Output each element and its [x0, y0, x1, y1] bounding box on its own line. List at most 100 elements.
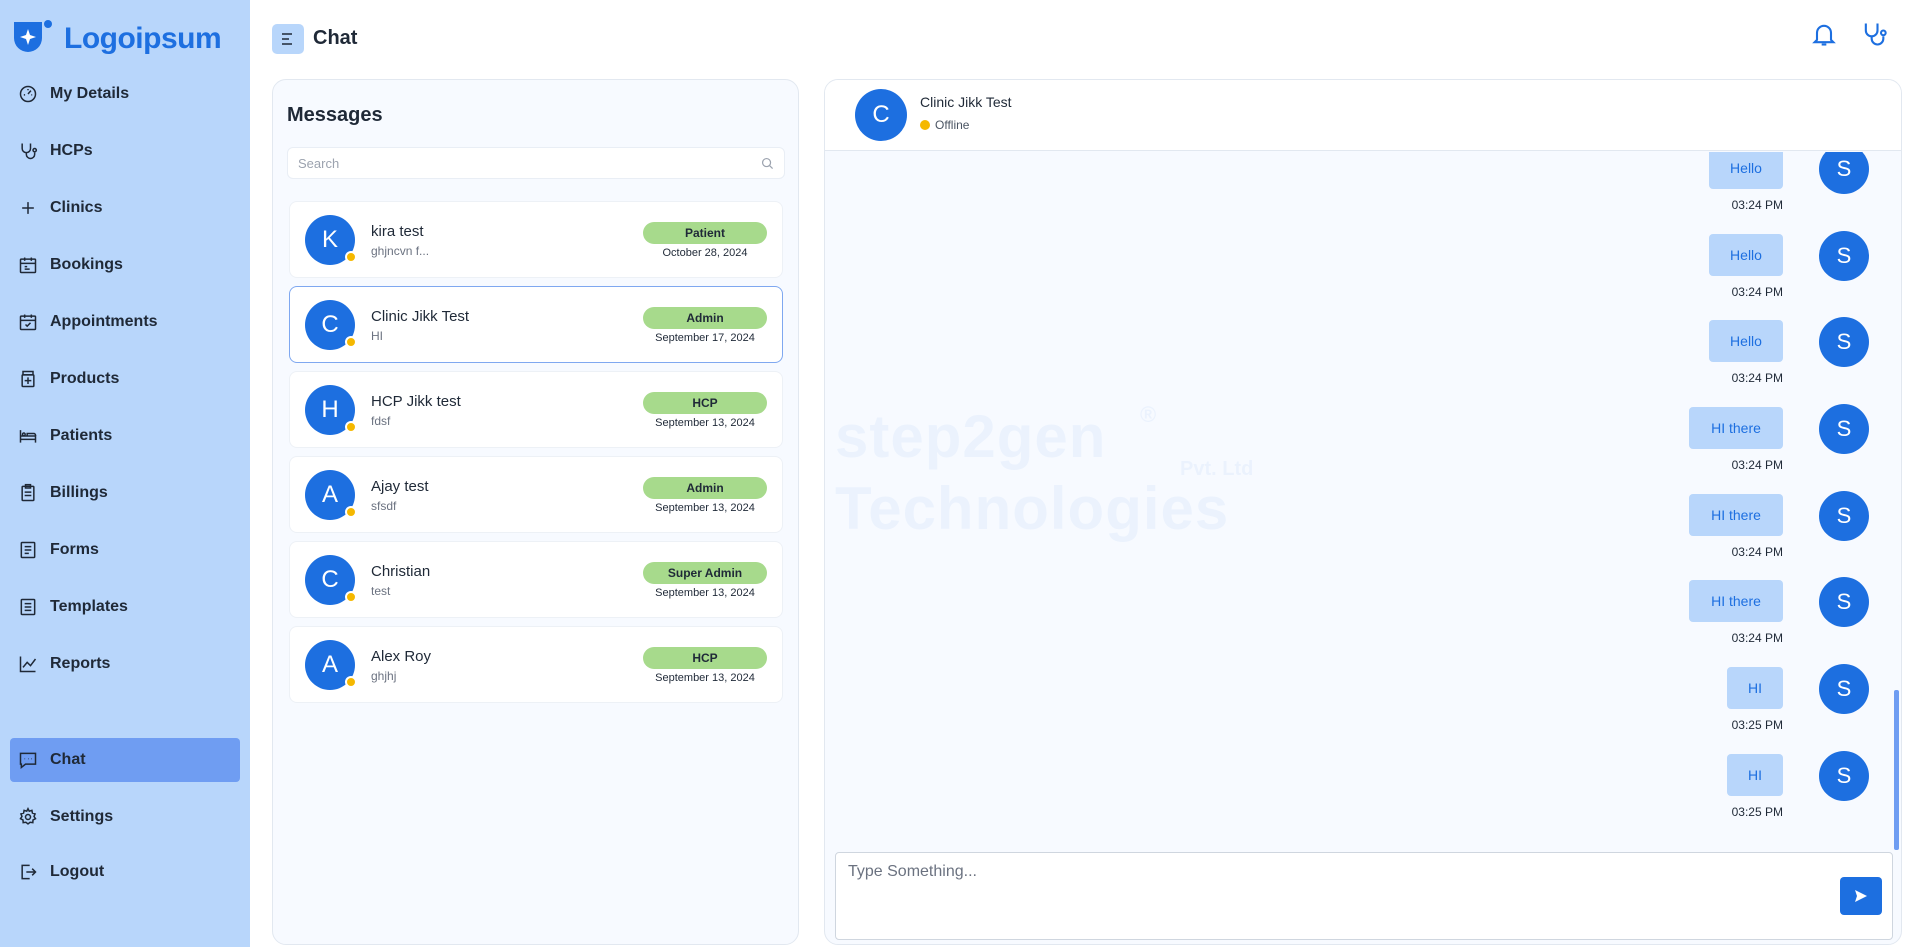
calendar-check-icon — [19, 314, 37, 331]
message-scrollbar[interactable] — [1894, 690, 1899, 850]
message-list[interactable]: step2gen ® Pvt. Ltd Technologies Hello S… — [825, 152, 1901, 852]
chat-contact-status: Offline — [920, 118, 969, 132]
sidebar-item-templates[interactable]: Templates — [10, 585, 240, 629]
messages-title: Messages — [287, 104, 383, 126]
template-icon — [20, 598, 36, 616]
message-time: 03:24 PM — [1731, 198, 1783, 212]
role-badge: HCP — [643, 392, 767, 414]
contact-item[interactable]: C Christian test Super Admin September 1… — [289, 541, 783, 618]
send-button[interactable] — [1840, 877, 1882, 915]
contact-date: September 13, 2024 — [655, 672, 755, 684]
sidebar-item-logout[interactable]: Logout — [10, 850, 240, 894]
message-item: Hello S 03:24 PM — [1569, 231, 1869, 314]
sidebar-item-clinics[interactable]: Clinics — [10, 186, 240, 230]
sidebar-item-label: Billings — [50, 484, 108, 501]
contact-preview: ghjncvn f... — [371, 244, 430, 258]
message-time: 03:25 PM — [1731, 718, 1783, 732]
message-item: Hello S 03:24 PM — [1569, 317, 1869, 400]
notifications-button[interactable] — [1810, 20, 1838, 48]
form-icon — [20, 541, 36, 559]
contact-preview: fdsf — [371, 414, 391, 428]
plus-icon — [22, 202, 34, 214]
chat-contact-avatar: C — [855, 89, 907, 141]
sender-avatar: S — [1819, 664, 1869, 714]
messages-panel: Messages K kira test ghjncvn f... Patien… — [272, 79, 799, 945]
sender-avatar: S — [1819, 577, 1869, 627]
sidebar-item-label: Clinics — [50, 199, 103, 216]
contact-date: September 13, 2024 — [655, 587, 755, 599]
sidebar-item-hcps[interactable]: HCPs — [10, 129, 240, 173]
search-input[interactable] — [288, 148, 758, 178]
bell-icon — [1812, 24, 1836, 46]
menu-toggle-button[interactable] — [272, 24, 304, 54]
logo-icon — [14, 20, 52, 52]
role-badge: Super Admin — [643, 562, 767, 584]
watermark-logo-mark — [825, 392, 835, 542]
contact-date: September 13, 2024 — [655, 502, 755, 514]
sidebar-item-label: HCPs — [50, 142, 93, 159]
sidebar-item-forms[interactable]: Forms — [10, 528, 240, 572]
brand-logo[interactable]: Logoipsum — [12, 18, 222, 60]
sidebar-item-settings[interactable]: Settings — [10, 795, 240, 839]
sidebar-item-label: Reports — [50, 655, 111, 672]
role-badge: Admin — [643, 477, 767, 499]
contact-name: HCP Jikk test — [371, 393, 461, 410]
contact-item[interactable]: K kira test ghjncvn f... Patient October… — [289, 201, 783, 278]
message-bubble: Hello — [1709, 234, 1783, 276]
sidebar-item-billings[interactable]: Billings — [10, 471, 240, 515]
sidebar-item-patients[interactable]: Patients — [10, 414, 240, 458]
message-time: 03:24 PM — [1731, 631, 1783, 645]
sidebar-item-label: Settings — [50, 808, 114, 825]
contact-name: Ajay test — [371, 478, 429, 495]
contact-item[interactable]: H HCP Jikk test fdsf HCP September 13, 2… — [289, 371, 783, 448]
sidebar-item-my-details[interactable]: My Details — [10, 72, 240, 116]
message-bubble: HI there — [1689, 407, 1783, 449]
watermark-line2: Technologies — [835, 475, 1230, 542]
sender-avatar: S — [1819, 152, 1869, 194]
sidebar-item-bookings[interactable]: Bookings — [10, 243, 240, 287]
sidebar-item-label: Logout — [50, 863, 105, 880]
contact-item[interactable]: A Ajay test sfsdf Admin September 13, 20… — [289, 456, 783, 533]
watermark: step2gen ® Pvt. Ltd Technologies — [835, 402, 1455, 552]
role-badge: Patient — [643, 222, 767, 244]
chat-icon — [19, 752, 37, 770]
message-item: HI there S 03:24 PM — [1569, 491, 1869, 574]
message-time: 03:24 PM — [1731, 458, 1783, 472]
sidebar-item-label: My Details — [50, 85, 130, 102]
status-text: Offline — [935, 118, 970, 132]
sidebar-item-label: Appointments — [50, 313, 158, 330]
stethoscope-icon — [21, 143, 38, 160]
status-dot — [345, 676, 357, 688]
contact-item-selected[interactable]: C Clinic Jikk Test HI Admin September 17… — [289, 286, 783, 363]
sidebar: Logoipsum My Details HCPs Clinics Bookin… — [0, 0, 250, 947]
message-bubble: Hello — [1709, 152, 1783, 189]
search-icon[interactable] — [761, 157, 774, 170]
sender-avatar: S — [1819, 317, 1869, 367]
send-icon — [1855, 890, 1867, 902]
sidebar-item-chat[interactable]: Chat — [10, 738, 240, 782]
calendar-icon — [19, 257, 37, 274]
sender-avatar: S — [1819, 751, 1869, 801]
message-time: 03:24 PM — [1731, 285, 1783, 299]
sidebar-item-appointments[interactable]: Appointments — [10, 300, 240, 344]
contact-preview: test — [371, 584, 391, 598]
clipboard-icon — [21, 483, 35, 502]
sidebar-item-reports[interactable]: Reports — [10, 642, 240, 686]
message-bubble: Hello — [1709, 320, 1783, 362]
sender-avatar: S — [1819, 491, 1869, 541]
sidebar-item-label: Bookings — [50, 256, 123, 273]
contact-item[interactable]: A Alex Roy ghjhj HCP September 13, 2024 — [289, 626, 783, 703]
contact-preview: HI — [371, 329, 383, 343]
search-box — [287, 147, 785, 179]
compose-box — [835, 852, 1893, 940]
sidebar-item-products[interactable]: Products — [10, 357, 240, 401]
message-bubble: HI — [1727, 754, 1783, 796]
gear-icon — [19, 807, 37, 825]
message-input[interactable] — [836, 853, 1836, 939]
medicine-icon — [21, 370, 35, 388]
chat-header: C Clinic Jikk Test Offline — [825, 80, 1901, 151]
profile-stethoscope-button[interactable] — [1860, 20, 1888, 48]
sidebar-item-label: Forms — [50, 541, 99, 558]
message-item: HI there S 03:24 PM — [1569, 577, 1869, 660]
chat-contact-name: Clinic Jikk Test — [920, 94, 1012, 110]
